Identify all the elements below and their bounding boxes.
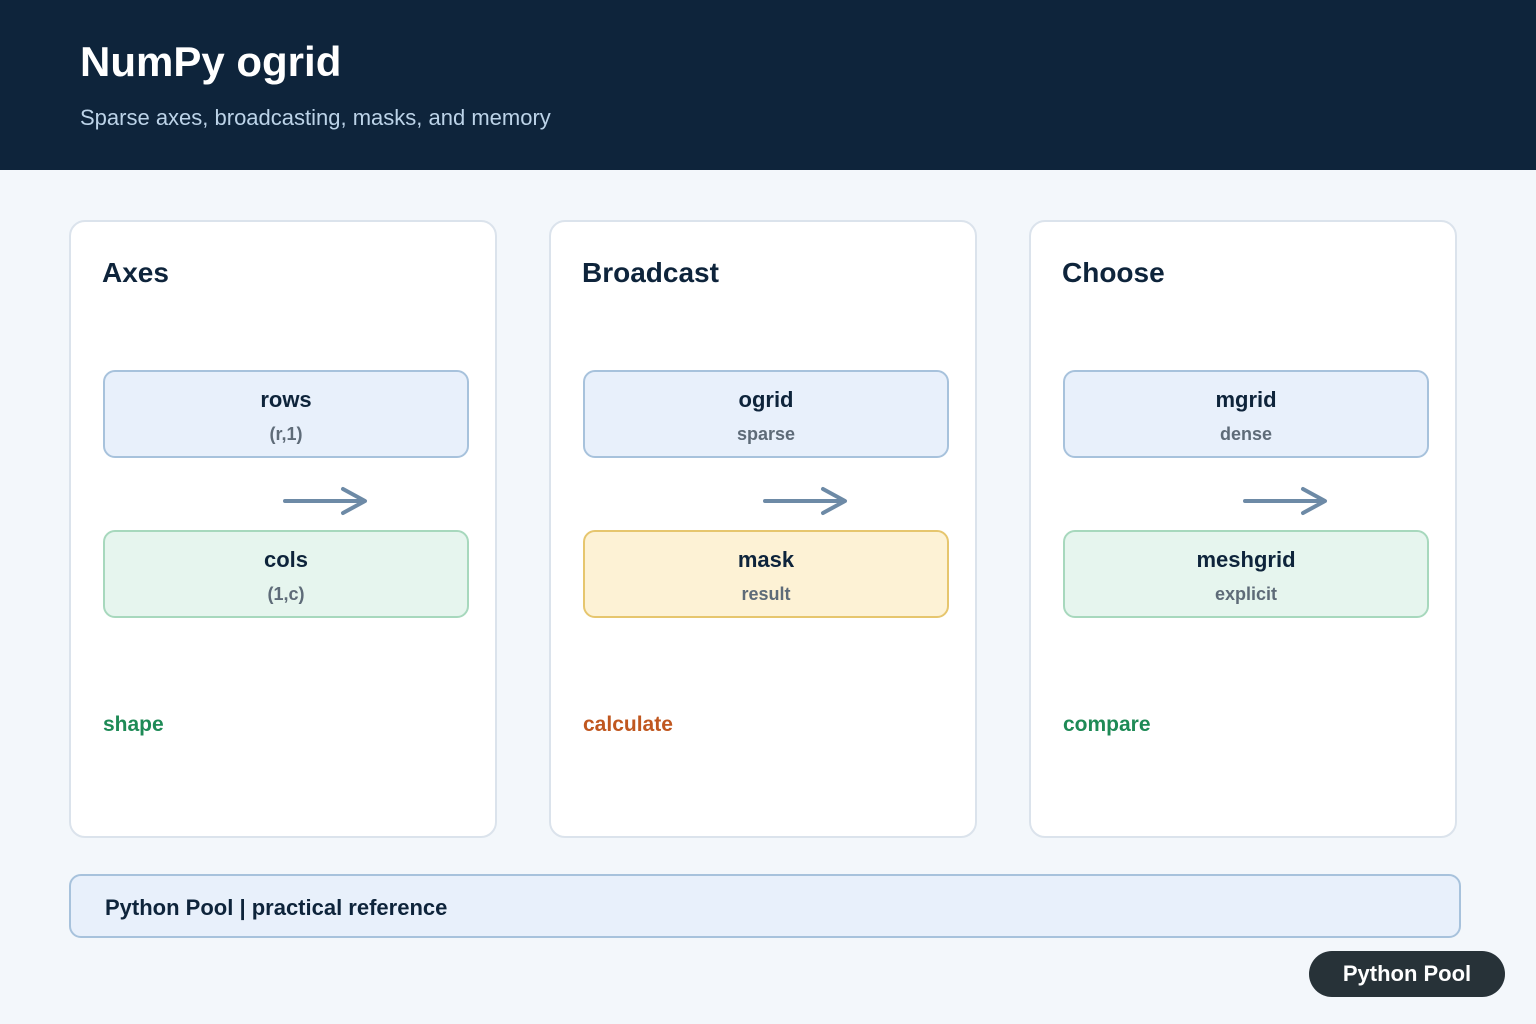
arrow-right-icon: [1243, 487, 1327, 515]
node-rows: rows (r,1): [103, 370, 469, 458]
node-label: meshgrid: [1196, 547, 1296, 572]
node-cols: cols (1,c): [103, 530, 469, 618]
card-title: Broadcast: [582, 257, 719, 288]
footer-text: Python Pool | practical reference: [105, 895, 448, 920]
node-mask: mask result: [583, 530, 949, 618]
node-ogrid: ogrid sparse: [583, 370, 949, 458]
card-tag: shape: [103, 713, 164, 736]
card-broadcast: Broadcast ogrid sparse mask result calcu…: [549, 220, 977, 838]
node-meshgrid: meshgrid explicit: [1063, 530, 1429, 618]
card-tag: compare: [1063, 713, 1151, 736]
page-subtitle: Sparse axes, broadcasting, masks, and me…: [80, 105, 551, 130]
brand-badge: Python Pool: [1309, 951, 1505, 997]
card-choose: Choose mgrid dense meshgrid explicit com…: [1029, 220, 1457, 838]
footer-bar: Python Pool | practical reference: [69, 874, 1461, 938]
card-title: Axes: [102, 257, 169, 288]
node-label: ogrid: [738, 387, 794, 412]
card-axes: Axes rows (r,1) cols (1,c) shape: [69, 220, 497, 838]
node-sublabel: dense: [1219, 424, 1273, 444]
node-label: mask: [737, 547, 795, 572]
node-sublabel: result: [741, 584, 791, 604]
node-mgrid: mgrid dense: [1063, 370, 1429, 458]
node-sublabel: sparse: [736, 424, 796, 444]
card-title: Choose: [1062, 257, 1165, 288]
node-sublabel: (r,1): [269, 424, 303, 444]
node-sublabel: explicit: [1214, 584, 1278, 604]
header-banner: NumPy ogrid Sparse axes, broadcasting, m…: [0, 0, 1536, 170]
node-label: rows: [260, 387, 312, 412]
page-title: NumPy ogrid: [80, 38, 342, 85]
node-sublabel: (1,c): [267, 584, 305, 604]
node-label: cols: [263, 547, 309, 572]
card-tag: calculate: [583, 713, 673, 736]
node-label: mgrid: [1215, 387, 1277, 412]
arrow-right-icon: [283, 487, 367, 515]
arrow-right-icon: [763, 487, 847, 515]
